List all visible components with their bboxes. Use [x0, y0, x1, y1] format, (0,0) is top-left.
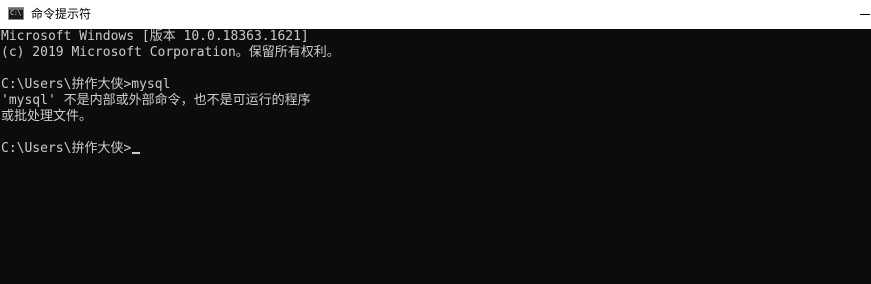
console-prompt-line[interactable]: C:\Users\拚作大侠>	[1, 141, 141, 157]
console-line-command: C:\Users\拚作大侠>mysql	[1, 77, 171, 92]
title-bar[interactable]: C:\ 命令提示符	[0, 0, 871, 29]
console-output[interactable]: Microsoft Windows [版本 10.0.18363.1621] (…	[0, 29, 871, 284]
console-line-version: Microsoft Windows [版本 10.0.18363.1621]	[1, 29, 309, 44]
text-cursor	[132, 152, 141, 154]
command-prompt-window: C:\ 命令提示符 Microsoft Windows [版本 10.0.183…	[0, 0, 871, 284]
window-title: 命令提示符	[31, 7, 92, 21]
console-prompt: C:\Users\拚作大侠>	[1, 141, 132, 156]
minimize-icon	[860, 14, 870, 15]
cmd-icon-glyph: C:\	[10, 9, 22, 17]
console-line-copyright: (c) 2019 Microsoft Corporation。保留所有权利。	[1, 45, 340, 60]
console-line-error-continued: 或批处理文件。	[1, 109, 93, 124]
console-line-error: 'mysql' 不是内部或外部命令，也不是可运行的程序	[1, 93, 311, 108]
minimize-button[interactable]	[857, 0, 871, 29]
cmd-icon[interactable]: C:\	[8, 7, 24, 20]
